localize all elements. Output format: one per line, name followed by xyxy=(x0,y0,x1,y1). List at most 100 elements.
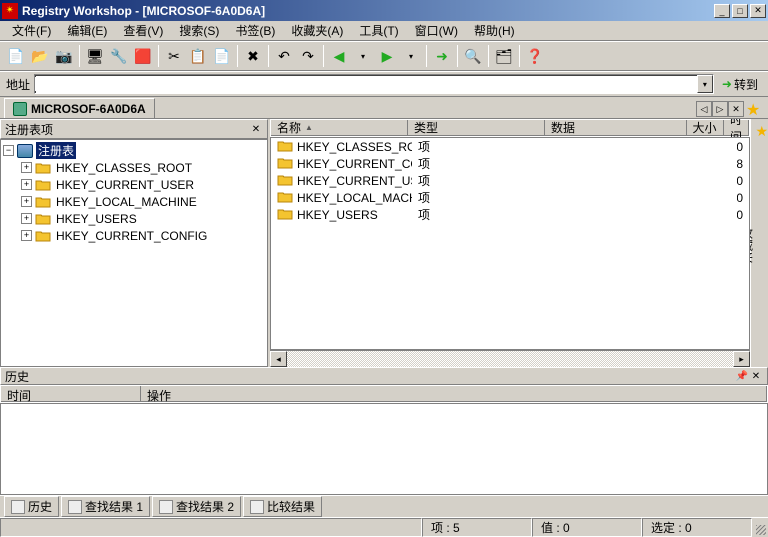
address-input[interactable] xyxy=(35,77,697,91)
snapshot-icon[interactable]: 📷 xyxy=(52,44,76,68)
back-dd-icon[interactable]: ▾ xyxy=(351,44,375,68)
expand-icon[interactable]: + xyxy=(21,213,32,224)
copy-icon[interactable]: 📋 xyxy=(186,44,210,68)
tab-history[interactable]: 历史 xyxy=(4,496,59,517)
expand-icon[interactable]: + xyxy=(21,162,32,173)
paste-icon[interactable]: 📄 xyxy=(210,44,234,68)
history-close-icon[interactable]: ✕ xyxy=(749,369,763,383)
expand-icon[interactable]: + xyxy=(21,196,32,207)
workspace: 注册表项 ✕ − 注册表 +HKEY_CLASSES_ROOT+HKEY_CUR… xyxy=(0,119,768,367)
expand-icon[interactable]: + xyxy=(21,179,32,190)
folder-icon xyxy=(35,229,51,242)
horizontal-scrollbar[interactable]: ◂ ▸ xyxy=(270,350,750,367)
new-icon[interactable]: 📄 xyxy=(4,44,28,68)
tree-item[interactable]: +HKEY_CURRENT_USER xyxy=(3,176,265,193)
cut-icon[interactable]: ✂ xyxy=(162,44,186,68)
tab-compare[interactable]: 比较结果 xyxy=(243,496,322,517)
history-col-action[interactable]: 操作 xyxy=(141,386,767,402)
minimize-button[interactable]: _ xyxy=(714,4,730,18)
menu-tools[interactable]: 工具(T) xyxy=(351,20,406,41)
forward-icon[interactable]: ▶ xyxy=(375,44,399,68)
history-list[interactable] xyxy=(0,403,768,495)
unload-hive-icon[interactable]: 🟥 xyxy=(131,44,155,68)
col-size[interactable]: 大小 xyxy=(687,120,724,136)
goto-icon[interactable]: ➜ xyxy=(430,44,454,68)
undo-icon[interactable]: ↶ xyxy=(272,44,296,68)
tree-item[interactable]: +HKEY_CURRENT_CONFIG xyxy=(3,227,265,244)
list-row[interactable]: HKEY_USERS项2010 xyxy=(271,206,749,223)
menu-view[interactable]: 查看(V) xyxy=(115,20,171,41)
registry-tree[interactable]: − 注册表 +HKEY_CLASSES_ROOT+HKEY_CURRENT_US… xyxy=(0,139,268,367)
tab-next-button[interactable]: ▷ xyxy=(712,101,728,117)
connect-icon[interactable]: 🖥 xyxy=(83,44,107,68)
folder-icon xyxy=(277,156,293,172)
menu-search[interactable]: 搜索(S) xyxy=(171,20,227,41)
redo-icon[interactable]: ↷ xyxy=(296,44,320,68)
document-tab-active[interactable]: MICROSOF-6A0D6A xyxy=(4,98,155,118)
open-icon[interactable]: 📂 xyxy=(28,44,52,68)
list-header: 名称▲ 类型 数据 大小 时间 xyxy=(270,119,750,137)
load-hive-icon[interactable]: 🔧 xyxy=(107,44,131,68)
tab-find-2[interactable]: 查找结果 2 xyxy=(152,496,241,517)
history-title: 历史 xyxy=(5,368,735,385)
cell-name: HKEY_CLASSES_ROOT xyxy=(297,140,412,154)
find-icon[interactable]: 🔍 xyxy=(461,44,485,68)
history-col-time[interactable]: 时间 xyxy=(1,386,141,402)
scroll-track[interactable] xyxy=(287,351,733,367)
permissions-icon[interactable]: 🗂 xyxy=(492,44,516,68)
col-name[interactable]: 名称▲ xyxy=(271,120,408,136)
address-input-wrap: ▾ xyxy=(34,74,714,94)
cell-type: 项 xyxy=(412,172,553,189)
menu-edit[interactable]: 编辑(E) xyxy=(59,20,115,41)
address-label: 地址 xyxy=(6,76,30,93)
scroll-left-icon[interactable]: ◂ xyxy=(270,351,287,367)
tree-item[interactable]: +HKEY_LOCAL_MACHINE xyxy=(3,193,265,210)
col-type[interactable]: 类型 xyxy=(408,120,545,136)
list-view[interactable]: HKEY_CLASSES_ROOT项2010HKEY_CURRENT_CONFI… xyxy=(270,137,750,350)
help-icon[interactable]: ❓ xyxy=(523,44,547,68)
menu-window[interactable]: 窗口(W) xyxy=(407,20,466,41)
tab-close-button[interactable]: ✕ xyxy=(728,101,744,117)
menu-bookmark[interactable]: 书签(B) xyxy=(227,20,283,41)
menu-bar: 文件(F) 编辑(E) 查看(V) 搜索(S) 书签(B) 收藏夹(A) 工具(… xyxy=(0,21,768,41)
forward-dd-icon[interactable]: ▾ xyxy=(399,44,423,68)
maximize-button[interactable]: □ xyxy=(732,4,748,18)
tree-item[interactable]: + HKEY_USERS xyxy=(3,210,265,227)
tree-pane: 注册表项 ✕ − 注册表 +HKEY_CLASSES_ROOT+HKEY_CUR… xyxy=(0,119,270,367)
tab-find-1[interactable]: 查找结果 1 xyxy=(61,496,150,517)
list-row[interactable]: HKEY_CURRENT_USER项2010 xyxy=(271,172,749,189)
cell-date: 2010 xyxy=(737,174,749,188)
find-result-icon xyxy=(159,500,173,514)
list-row[interactable]: HKEY_CLASSES_ROOT项2010 xyxy=(271,138,749,155)
cell-type: 项 xyxy=(412,189,553,206)
cell-type: 项 xyxy=(412,155,553,172)
close-button[interactable]: ✕ xyxy=(750,4,766,18)
address-dropdown-icon[interactable]: ▾ xyxy=(697,75,713,93)
tree-pane-close-icon[interactable]: ✕ xyxy=(249,122,263,136)
expand-icon[interactable]: + xyxy=(21,230,32,241)
col-data[interactable]: 数据 xyxy=(545,120,687,136)
expand-icon[interactable]: − xyxy=(3,145,14,156)
resize-grip[interactable] xyxy=(752,518,768,537)
favorite-star-icon[interactable]: ★ xyxy=(746,100,764,118)
tab-prev-button[interactable]: ◁ xyxy=(696,101,712,117)
delete-icon[interactable]: ✖ xyxy=(241,44,265,68)
tree-root[interactable]: − 注册表 xyxy=(3,142,265,159)
document-tab-bar: MICROSOF-6A0D6A ◁ ▷ ✕ ★ xyxy=(0,97,768,119)
cell-date: 2010 xyxy=(737,191,749,205)
menu-help[interactable]: 帮助(H) xyxy=(466,20,523,41)
cell-name: HKEY_CURRENT_CONFIG xyxy=(297,157,412,171)
menu-favorites[interactable]: 收藏夹(A) xyxy=(283,20,351,41)
back-icon[interactable]: ◀ xyxy=(327,44,351,68)
folder-icon xyxy=(35,161,51,174)
app-icon: ✴ xyxy=(2,3,18,19)
favorites-strip[interactable]: ★ 收藏夹 xyxy=(750,119,768,367)
go-button[interactable]: ➜ 转到 xyxy=(718,74,762,95)
tree-item[interactable]: +HKEY_CLASSES_ROOT xyxy=(3,159,265,176)
list-row[interactable]: HKEY_LOCAL_MACHINE项2010 xyxy=(271,189,749,206)
pin-icon[interactable]: 📌 xyxy=(735,369,749,383)
menu-file[interactable]: 文件(F) xyxy=(4,20,59,41)
tree-item-label: HKEY_USERS xyxy=(54,212,139,226)
list-row[interactable]: HKEY_CURRENT_CONFIG项2008 xyxy=(271,155,749,172)
history-header: 历史 📌 ✕ xyxy=(0,367,768,385)
